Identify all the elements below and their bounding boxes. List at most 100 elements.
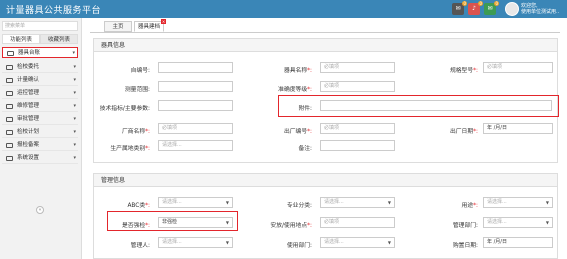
monitor-icon — [7, 51, 14, 56]
usage-select[interactable]: 请选择... ▼ — [483, 197, 553, 208]
sidebar-item-label: 检校计划 — [17, 129, 40, 135]
sidebar-item-entrust[interactable]: 检校委托 ▾ — [2, 62, 78, 73]
menu-search-input[interactable]: 搜索菜单 — [2, 21, 78, 31]
caret-down-icon: ▼ — [545, 220, 549, 225]
chevron-down-icon: ▾ — [73, 103, 76, 109]
panel-title: 管理信息 — [94, 174, 557, 187]
sidebar-item-label: 审批管理 — [17, 116, 40, 122]
monitor-icon — [6, 65, 13, 70]
location-input[interactable]: 必填项 — [320, 217, 395, 228]
self-no-label: 自编号: — [130, 68, 150, 74]
mail-badge: 0 — [462, 1, 467, 6]
maker-label: 厂商名称*: — [121, 129, 150, 135]
accuracy-input[interactable]: 必填项 — [320, 81, 395, 92]
tab-favorites[interactable]: 收藏列表 — [40, 34, 78, 44]
category-select[interactable]: 请选择... — [158, 140, 233, 151]
sidebar-item-operation[interactable]: 运控管理 ▾ — [2, 88, 78, 99]
app-title: 计量器具公共服务平台 — [6, 6, 102, 16]
tech-label: 技术指标/主要参数: — [99, 106, 150, 112]
manager-label: 管理人: — [130, 243, 150, 249]
monitor-icon — [6, 143, 13, 148]
sidebar-item-label: 维修管理 — [17, 103, 40, 109]
remark-label: 备注: — [298, 146, 312, 152]
location-label: 安放/使用地点*: — [270, 223, 312, 229]
factory-no-input[interactable]: 必填项 — [320, 123, 395, 134]
sidebar-item-label: 检校委托 — [17, 64, 40, 70]
panel-title: 器具信息 — [94, 39, 557, 52]
sidebar-item-label: 报检备案 — [17, 142, 40, 148]
chevron-down-icon: ▾ — [73, 116, 76, 122]
bell-icon[interactable]: ♪ 0 — [468, 1, 483, 15]
envelope-badge: 0 — [494, 1, 499, 6]
range-input[interactable] — [158, 81, 233, 92]
self-no-input[interactable] — [158, 62, 233, 73]
caret-down-icon: ▼ — [545, 200, 549, 205]
user-name: 使用单位测试用.. — [521, 9, 560, 15]
inspect-highlight — [107, 211, 238, 231]
sidebar-item-repair[interactable]: 维修管理 ▾ — [2, 101, 78, 112]
spec-label: 规格型号*: — [449, 68, 478, 74]
name-input[interactable]: 必填项 — [320, 62, 395, 73]
sidebar-item-ledger[interactable]: 器具台账 ▾ — [2, 47, 78, 58]
sidebar-item-confirm[interactable]: 计量确认 ▾ — [2, 75, 78, 86]
chevron-down-icon: ▾ — [73, 142, 76, 148]
attachment-highlight — [278, 95, 559, 117]
sidebar-item-plan[interactable]: 检校计划 ▾ — [2, 127, 78, 138]
use-dept-label: 使用部门: — [286, 243, 312, 249]
monitor-icon — [6, 117, 13, 122]
manager-select[interactable]: 请选择... ▼ — [158, 237, 233, 248]
sidebar-item-label: 计量确认 — [17, 77, 40, 83]
dept-select[interactable]: 请选择... ▼ — [483, 217, 553, 228]
caret-down-icon: ▼ — [387, 240, 391, 245]
tab-function-list[interactable]: 功能列表 — [2, 34, 40, 44]
tab-create-instrument[interactable]: 器具建档 × — [134, 19, 166, 32]
avatar[interactable] — [505, 2, 519, 16]
chevron-down-icon: ▾ — [73, 155, 76, 161]
chevron-down-icon: ▾ — [73, 90, 76, 96]
top-bar: 计量器具公共服务平台 ✉ 0 ♪ 0 ✉ 0 欢迎您, 使用单位测试用.. — [0, 0, 567, 18]
tech-input[interactable] — [158, 100, 233, 111]
bell-badge: 0 — [478, 1, 483, 6]
maker-input[interactable]: 必填项 — [158, 123, 233, 134]
monitor-icon — [6, 156, 13, 161]
abc-select[interactable]: 请选择... ▼ — [158, 197, 233, 208]
name-label: 器具名称*: — [283, 68, 312, 74]
sidebar: 搜索菜单 功能列表 收藏列表 器具台账 ▾ 检校委托 ▾ 计量确认 ▾ 运控管理… — [0, 18, 82, 259]
factory-date-label: 出厂日期*: — [449, 129, 478, 135]
tab-home[interactable]: 主页 — [104, 21, 132, 32]
abc-label: ABC类*: — [127, 203, 150, 209]
mail-icon[interactable]: ✉ 0 — [452, 1, 467, 15]
user-info[interactable]: 欢迎您, 使用单位测试用.. — [521, 3, 559, 15]
monitor-icon — [6, 91, 13, 96]
envelope-icon[interactable]: ✉ 0 — [484, 1, 499, 15]
close-icon[interactable]: × — [161, 19, 166, 24]
spec-input[interactable]: 必填项 — [483, 62, 553, 73]
monitor-icon — [6, 78, 13, 83]
chevron-down-icon: ▾ — [73, 77, 76, 83]
monitor-icon — [6, 130, 13, 135]
sidebar-item-label: 系统设置 — [17, 155, 40, 161]
dept-label: 管理部门: — [452, 223, 478, 229]
accuracy-label: 准确度等级*: — [278, 87, 312, 93]
caret-down-icon: ▼ — [387, 200, 391, 205]
chevron-down-icon: ▾ — [73, 129, 76, 135]
use-dept-select[interactable]: 请选择... ▼ — [320, 237, 395, 248]
buy-date-label: 购置日期: — [452, 243, 478, 249]
remark-input[interactable] — [320, 140, 395, 151]
monitor-icon — [6, 104, 13, 109]
sidebar-item-approval[interactable]: 审批管理 ▾ — [2, 114, 78, 125]
collapse-sidebar-button[interactable]: « — [36, 206, 44, 214]
caret-down-icon: ▼ — [225, 240, 229, 245]
major-label: 专业分类: — [286, 203, 312, 209]
sidebar-item-filing[interactable]: 报检备案 ▾ — [2, 140, 78, 151]
major-select[interactable]: 请选择... ▼ — [320, 197, 395, 208]
sidebar-item-settings[interactable]: 系统设置 ▾ — [2, 153, 78, 164]
tab-divider — [90, 32, 560, 33]
sidebar-item-label: 器具台账 — [18, 50, 41, 56]
caret-down-icon: ▼ — [225, 200, 229, 205]
factory-no-label: 出厂编号*: — [283, 129, 312, 135]
chevron-down-icon: ▾ — [72, 50, 75, 56]
factory-date-input[interactable]: 年 /月/日 — [483, 123, 553, 134]
sidebar-item-label: 运控管理 — [17, 90, 40, 96]
buy-date-input[interactable]: 年 /月/日 — [483, 237, 553, 248]
